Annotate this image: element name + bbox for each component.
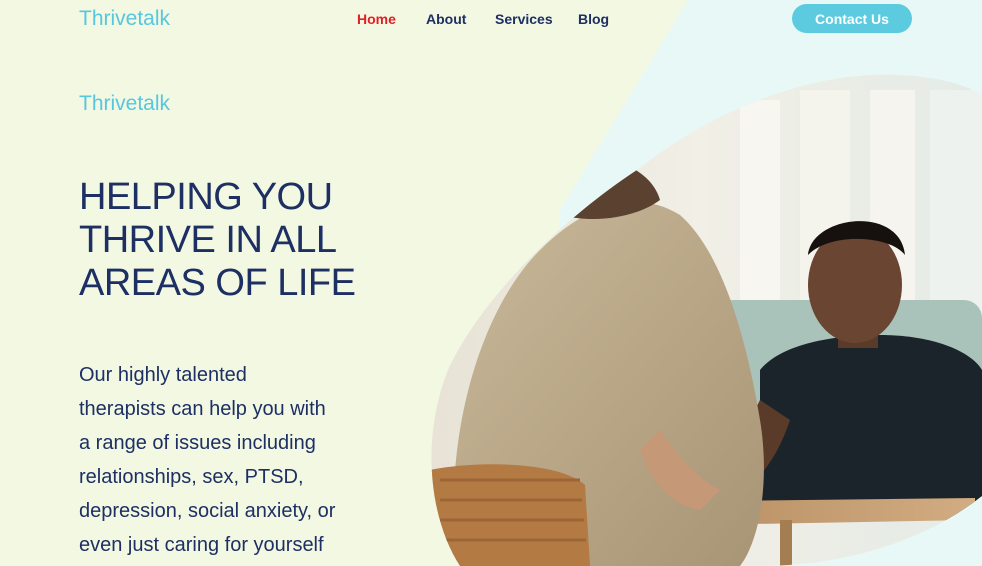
headline-line: THRIVE IN ALL bbox=[79, 219, 337, 261]
description-line: Our highly talented bbox=[79, 364, 247, 386]
hero-headline: HELPING YOU THRIVE IN ALL AREAS OF LIFE bbox=[79, 176, 419, 305]
headline-line: AREAS OF LIFE bbox=[79, 262, 356, 304]
description-line: depression, social anxiety, or bbox=[79, 500, 336, 522]
description-line: even just caring for yourself bbox=[79, 534, 324, 556]
site-header: Thrivetalk Home About Services Blog Cont… bbox=[0, 0, 982, 40]
nav-blog[interactable]: Blog bbox=[578, 11, 609, 27]
nav-services[interactable]: Services bbox=[495, 11, 553, 27]
description-line: therapists can help you with bbox=[79, 398, 326, 420]
hero-description: Our highly talented therapists can help … bbox=[79, 358, 369, 562]
logo[interactable]: Thrivetalk bbox=[79, 7, 170, 31]
hero-brand: Thrivetalk bbox=[79, 92, 171, 115]
description-line: relationships, sex, PTSD, bbox=[79, 466, 304, 488]
description-line: a range of issues including bbox=[79, 432, 316, 454]
nav-about[interactable]: About bbox=[426, 11, 466, 27]
contact-us-button[interactable]: Contact Us bbox=[792, 4, 912, 33]
nav-home[interactable]: Home bbox=[357, 11, 396, 27]
headline-line: HELPING YOU bbox=[79, 176, 333, 218]
